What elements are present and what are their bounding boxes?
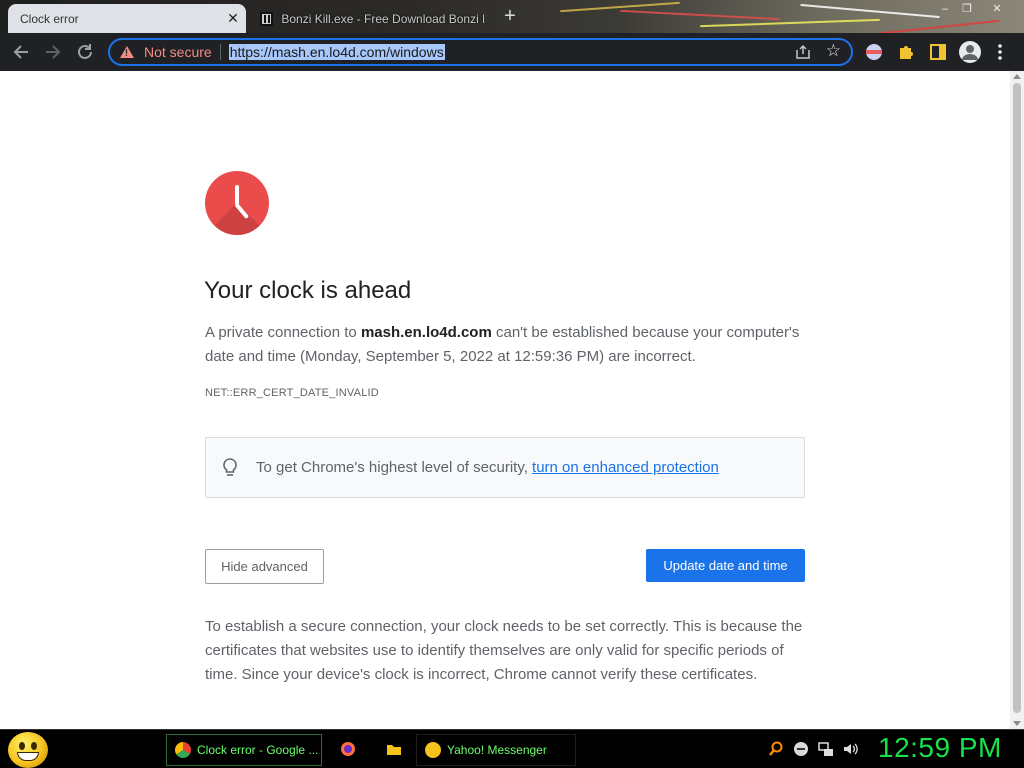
tab-title: Bonzi Kill.exe - Free Download Bonzi Kil… xyxy=(281,11,484,26)
tab-bonzi-kill[interactable]: Bonzi Kill.exe - Free Download Bonzi Kil… xyxy=(252,4,484,33)
desktop-streak xyxy=(620,9,780,21)
close-window-icon[interactable]: ✕ xyxy=(986,2,1008,16)
explanation-text: A private connection to xyxy=(205,324,361,341)
search-icon[interactable] xyxy=(768,741,784,757)
back-arrow-icon[interactable] xyxy=(10,41,32,63)
scrollbar[interactable] xyxy=(1010,71,1024,729)
error-code[interactable]: NET::ERR_CERT_DATE_INVALID xyxy=(205,387,379,399)
page-title: Your clock is ahead xyxy=(204,277,412,304)
network-icon[interactable] xyxy=(818,741,834,757)
chrome-icon xyxy=(175,742,191,758)
taskbar: Clock error - Google ... Yahoo! Messenge… xyxy=(0,729,1024,768)
lightbulb-icon xyxy=(222,458,238,478)
tab-clock-error[interactable]: Clock error ✕ xyxy=(8,4,246,33)
volume-icon[interactable] xyxy=(842,741,858,757)
scroll-up-icon[interactable] xyxy=(1013,74,1021,79)
smiley-eye xyxy=(19,742,25,750)
new-tab-button[interactable]: + xyxy=(500,6,520,26)
reload-icon[interactable] xyxy=(74,41,96,63)
domain-name: mash.en.lo4d.com xyxy=(360,324,492,341)
warning-icon: ! xyxy=(120,46,134,58)
start-button[interactable] xyxy=(8,732,48,768)
hide-advanced-button[interactable]: Hide advanced xyxy=(205,549,324,584)
url-text[interactable]: https://mash.en.lo4d.com/windows xyxy=(228,44,445,60)
taskbar-item-label: Clock error - Google ... xyxy=(197,743,319,757)
not-secure-label[interactable]: Not secure xyxy=(144,44,212,60)
profile-icon[interactable] xyxy=(958,40,982,64)
firefox-icon[interactable] xyxy=(340,741,356,757)
enhanced-protection-text: To get Chrome's highest level of securit… xyxy=(256,459,719,476)
browser-toolbar: ! Not secure https://mash.en.lo4d.com/wi… xyxy=(0,33,1024,71)
enhanced-protection-link[interactable]: turn on enhanced protection xyxy=(532,459,719,476)
tab-strip: Clock error ✕ Bonzi Kill.exe - Free Down… xyxy=(0,0,1024,33)
taskbar-item-chrome[interactable]: Clock error - Google ... xyxy=(166,734,322,766)
system-clock[interactable]: 12:59 PM xyxy=(878,732,1002,764)
desktop-streak xyxy=(800,3,940,19)
folder-icon[interactable] xyxy=(386,741,402,757)
enhanced-prefix: To get Chrome's highest level of securit… xyxy=(256,459,533,476)
advanced-details: To establish a secure connection, your c… xyxy=(205,618,803,683)
desktop-streak xyxy=(880,19,1000,33)
scroll-down-icon[interactable] xyxy=(1013,721,1021,726)
clock-icon xyxy=(205,171,269,235)
update-date-time-button[interactable]: Update date and time xyxy=(646,549,805,582)
taskbar-item-yahoo-messenger[interactable]: Yahoo! Messenger xyxy=(416,734,576,766)
status-icon[interactable] xyxy=(793,741,809,757)
desktop-streak xyxy=(700,18,880,28)
error-explanation: A private connection to mash.en.lo4d.com… xyxy=(205,321,805,369)
interstitial-page: Your clock is ahead A private connection… xyxy=(0,71,1010,729)
enhanced-protection-banner: To get Chrome's highest level of securit… xyxy=(205,437,805,498)
taskbar-item-label: Yahoo! Messenger xyxy=(447,743,547,757)
side-panel-icon[interactable] xyxy=(928,42,948,62)
yahoo-messenger-icon xyxy=(425,742,441,758)
extension-icon[interactable] xyxy=(864,42,884,62)
kebab-menu-icon[interactable] xyxy=(994,42,1006,62)
puzzle-icon[interactable] xyxy=(896,42,916,62)
smiley-mouth xyxy=(17,752,39,761)
address-bar[interactable]: ! Not secure https://mash.en.lo4d.com/wi… xyxy=(108,38,853,66)
scroll-thumb[interactable] xyxy=(1013,83,1021,713)
close-tab-icon[interactable]: ✕ xyxy=(220,10,246,27)
share-icon[interactable] xyxy=(795,44,811,60)
tab-title: Clock error xyxy=(20,11,79,26)
forward-arrow-icon[interactable] xyxy=(42,41,64,63)
smiley-eye xyxy=(31,742,37,750)
minimize-icon[interactable]: – xyxy=(934,2,956,16)
site-favicon-icon xyxy=(260,11,274,26)
star-icon[interactable]: ☆ xyxy=(826,41,841,61)
maximize-icon[interactable]: ❐ xyxy=(956,2,978,16)
divider xyxy=(219,44,221,60)
